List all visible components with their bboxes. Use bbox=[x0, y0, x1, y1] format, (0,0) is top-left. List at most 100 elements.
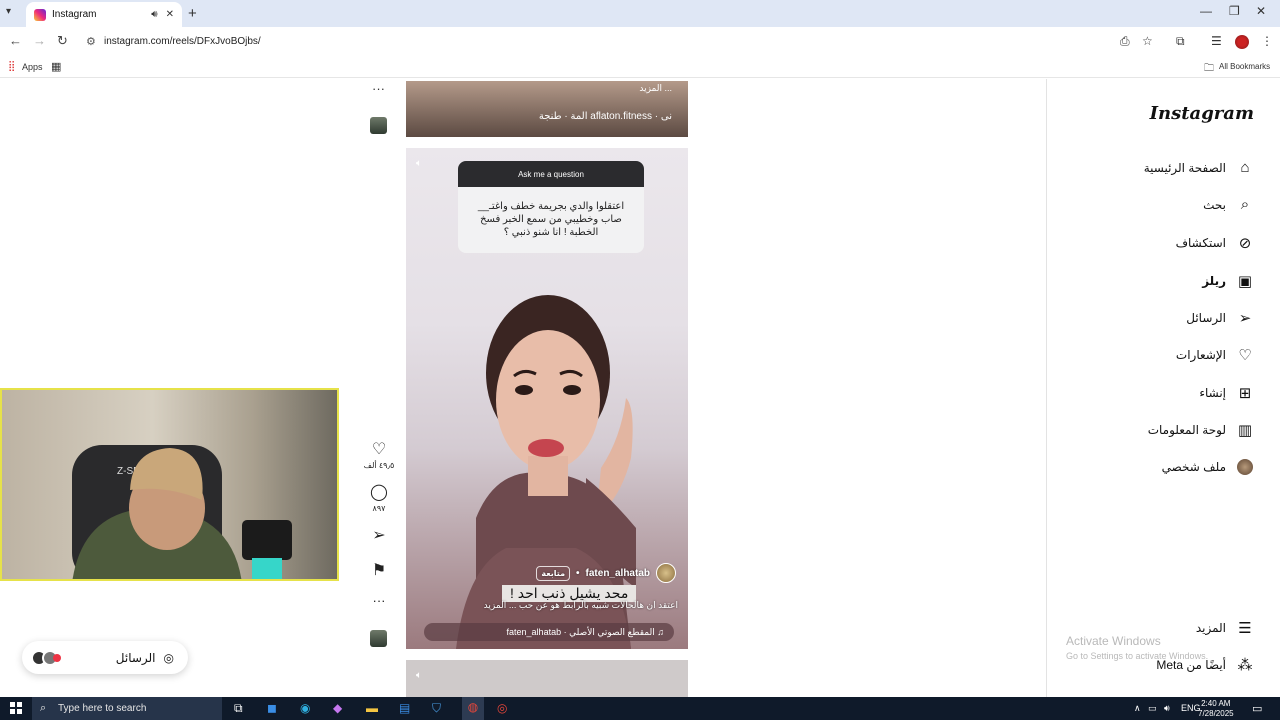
sidebar-item-reels[interactable]: ▣ ريلز bbox=[1202, 272, 1254, 290]
reel-next[interactable]: 🔈︎ bbox=[406, 660, 688, 697]
sidebar-item-more[interactable]: ☰ المزيد bbox=[1196, 619, 1254, 637]
sidebar-item-label: الإشعارات bbox=[1175, 348, 1226, 362]
more-options-icon[interactable]: ··· bbox=[362, 593, 396, 608]
avatar bbox=[1237, 459, 1253, 475]
reel-audio-info[interactable]: نى · aflaton.fitness المة · طنجة bbox=[539, 111, 672, 122]
sidebar-item-create[interactable]: ⊞ إنشاء bbox=[1199, 384, 1254, 402]
profile-avatar[interactable] bbox=[1235, 35, 1249, 49]
more-options-icon[interactable]: ··· bbox=[372, 81, 385, 96]
question-text: اعتقلوا والدي بجريمة خطف واغتـ__ صاب وخط… bbox=[477, 201, 625, 238]
volume-icon[interactable]: 🔊︎ bbox=[1164, 703, 1170, 714]
question-sticker: Ask me a question اعتقلوا والدي بجريمة خ… bbox=[458, 161, 644, 253]
save-action[interactable]: ⚑ bbox=[362, 560, 396, 580]
sidebar-item-messages[interactable]: ➢ الرسائل bbox=[1186, 309, 1254, 327]
sidebar-item-search[interactable]: ⌕ بحث bbox=[1203, 196, 1254, 213]
media-control-icon[interactable]: ☰ bbox=[1211, 34, 1222, 48]
security-shield-icon[interactable]: ⛉ bbox=[432, 701, 441, 716]
sidebar-item-profile[interactable]: ملف شخصي bbox=[1162, 459, 1254, 475]
apps-grid-icon[interactable]: ⣿ bbox=[8, 61, 15, 72]
webcam-video-frame: Z-SP bbox=[72, 445, 292, 579]
all-bookmarks-link[interactable]: All Bookmarks bbox=[1219, 62, 1270, 71]
reel-description[interactable]: اعتقد ان هالحالات شبيه بالرابط هو عن حب … bbox=[484, 600, 678, 611]
instagram-logo[interactable]: Instagram bbox=[1150, 103, 1254, 124]
heart-icon[interactable]: ♡ bbox=[362, 439, 396, 459]
activate-windows-title: Activate Windows bbox=[1066, 634, 1161, 648]
copilot-icon[interactable]: ◆ bbox=[333, 701, 342, 715]
minimize-icon[interactable]: — bbox=[1200, 4, 1212, 18]
edge-icon[interactable]: ◉ bbox=[300, 701, 310, 715]
chrome-menu-icon[interactable]: ⋮ bbox=[1261, 34, 1273, 48]
back-arrow-icon[interactable]: ← bbox=[9, 33, 22, 48]
sidebar-item-label: استكشاف bbox=[1175, 236, 1226, 250]
comment-icon[interactable]: ◯ bbox=[362, 482, 396, 502]
extensions-icon[interactable]: ⧉ bbox=[1176, 34, 1185, 49]
tray-expand-icon[interactable]: ∧ bbox=[1134, 703, 1141, 714]
taskbar-clock[interactable]: 2:40 AM 7/28/2025 bbox=[1198, 699, 1234, 719]
store-icon[interactable]: ▤ bbox=[399, 701, 410, 715]
sidebar-item-home[interactable]: ⌂ الصفحة الرئيسية bbox=[1144, 159, 1254, 176]
search-icon: ⌕ bbox=[1240, 196, 1250, 213]
reel-more-text[interactable]: ... المزيد bbox=[639, 83, 672, 94]
home-icon: ⌂ bbox=[1240, 159, 1250, 176]
address-toolbar: ← → ↻ ⚙ instagram.com/reels/DFxJvoBOjbs/… bbox=[0, 27, 1280, 56]
reload-icon[interactable]: ↻ bbox=[57, 33, 68, 49]
file-explorer-icon[interactable]: ▬ bbox=[366, 701, 378, 715]
reel-current[interactable]: 🔈︎ Ask me a question اعتقلوا والدي بجريم… bbox=[406, 148, 688, 649]
apps-link[interactable]: Apps bbox=[22, 62, 43, 72]
like-action[interactable]: ♡ ٤٩٫٥ ألف bbox=[362, 439, 396, 470]
bookmark-icon[interactable]: ⚑ bbox=[362, 560, 396, 580]
reel-account[interactable]: faten_alhatab • متابعة bbox=[536, 563, 676, 583]
url-bar[interactable]: ⚙ instagram.com/reels/DFxJvoBOjbs/ bbox=[80, 31, 1100, 52]
site-info-icon[interactable]: ⚙ bbox=[86, 35, 96, 48]
tab-instagram[interactable]: Instagram 🔊︎ ✕ bbox=[26, 2, 182, 27]
account-avatar[interactable] bbox=[656, 563, 676, 583]
tab-strip: ▾ Instagram 🔊︎ ✕ + — ❐ ✕ bbox=[0, 0, 1280, 27]
clock-date: 7/28/2025 bbox=[1198, 709, 1234, 718]
tab-search-icon[interactable]: ▾ bbox=[6, 6, 11, 17]
clock-time: 2:40 AM bbox=[1201, 699, 1231, 708]
task-view-icon[interactable]: ⧉ bbox=[234, 701, 243, 716]
windows-start-icon[interactable] bbox=[10, 702, 22, 714]
tab-groups-icon[interactable]: ▦ bbox=[51, 60, 61, 73]
original-audio-link[interactable]: ♫ المقطع الصوتي الأصلي · faten_alhatab bbox=[424, 623, 674, 641]
recorder-icon[interactable]: ◎ bbox=[497, 701, 507, 715]
tab-close-icon[interactable]: ✕ bbox=[166, 9, 174, 20]
forward-arrow-icon[interactable]: → bbox=[33, 33, 46, 48]
webcam-overlay: Z-SP bbox=[0, 388, 339, 581]
follow-button[interactable]: متابعة bbox=[536, 565, 571, 581]
outlook-icon[interactable]: ◼ bbox=[267, 701, 277, 715]
mute-icon[interactable]: 🔈︎ bbox=[416, 670, 422, 681]
reel-previous[interactable]: ... المزيد نى · aflaton.fitness المة · ط… bbox=[406, 81, 688, 137]
restore-icon[interactable]: ❐ bbox=[1229, 4, 1240, 18]
taskbar-search-box[interactable]: ⌕ Type here to search bbox=[32, 697, 222, 720]
window-close-icon[interactable]: ✕ bbox=[1256, 4, 1266, 18]
account-username[interactable]: faten_alhatab bbox=[586, 568, 650, 579]
audio-thumbnail[interactable] bbox=[370, 630, 387, 647]
sidebar-item-dashboard[interactable]: ▥ لوحة المعلومات bbox=[1148, 421, 1254, 439]
notification-dot-icon bbox=[53, 653, 61, 662]
share-action[interactable]: ➢ bbox=[362, 525, 396, 545]
network-icon[interactable]: ▭ bbox=[1148, 703, 1157, 714]
sidebar-item-explore[interactable]: ⊘ استكشاف bbox=[1176, 234, 1254, 252]
comment-action[interactable]: ◯ ٨٩٧ bbox=[362, 482, 396, 513]
new-tab-plus-icon[interactable]: + bbox=[188, 5, 197, 22]
bookmark-star-icon[interactable]: ☆ bbox=[1142, 34, 1153, 48]
notifications-icon[interactable]: ▭ bbox=[1252, 702, 1262, 715]
like-count: ٤٩٫٥ ألف bbox=[363, 461, 395, 470]
install-app-icon[interactable]: ⎙ bbox=[1120, 34, 1130, 49]
folder-icon: 🗀︎ bbox=[1204, 63, 1214, 74]
sidebar-item-notifications[interactable]: ♡ الإشعارات bbox=[1176, 346, 1254, 364]
audio-label: المقطع الصوتي الأصلي · faten_alhatab bbox=[506, 626, 655, 637]
speaker-icon[interactable]: 🔊︎ bbox=[151, 9, 157, 20]
send-icon[interactable]: ➢ bbox=[362, 525, 396, 545]
messages-floating-button[interactable]: ◎ الرسائل bbox=[22, 641, 188, 674]
menu-icon: ☰ bbox=[1238, 620, 1252, 637]
create-icon: ⊞ bbox=[1238, 385, 1252, 402]
more-action[interactable]: ··· bbox=[362, 593, 396, 608]
chrome-taskbar-icon[interactable]: ◍ bbox=[462, 697, 484, 720]
question-header: Ask me a question bbox=[458, 161, 644, 187]
audio-thumbnail[interactable] bbox=[370, 117, 387, 134]
mute-icon[interactable]: 🔈︎ bbox=[416, 158, 422, 169]
sidebar-item-label: ملف شخصي bbox=[1161, 460, 1226, 474]
send-icon: ➢ bbox=[1238, 310, 1252, 327]
